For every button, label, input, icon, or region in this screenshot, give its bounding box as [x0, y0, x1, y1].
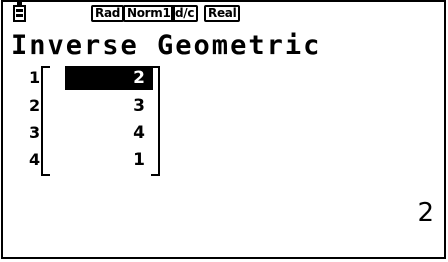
matrix-cell-selected[interactable]: 2: [65, 66, 153, 90]
page-title: Inverse Geometric: [11, 30, 322, 61]
battery-icon: [13, 2, 26, 22]
calculator-screen: Rad Norm1 d/c Real Inverse Geometric 1 2…: [1, 0, 446, 259]
matrix-bracket-left: [41, 66, 50, 176]
angle-mode-badge: Rad: [91, 5, 125, 22]
display-mode-badge: Norm1: [123, 5, 175, 22]
result-value: 2: [417, 198, 434, 228]
matrix-cell[interactable]: 1: [65, 148, 153, 172]
matrix-cell[interactable]: 4: [65, 121, 153, 145]
matrix-cell[interactable]: 3: [65, 94, 153, 118]
status-bar: Rad Norm1 d/c Real: [3, 2, 444, 28]
fraction-mode-badge: d/c: [171, 5, 199, 22]
complex-mode-badge: Real: [204, 5, 241, 22]
